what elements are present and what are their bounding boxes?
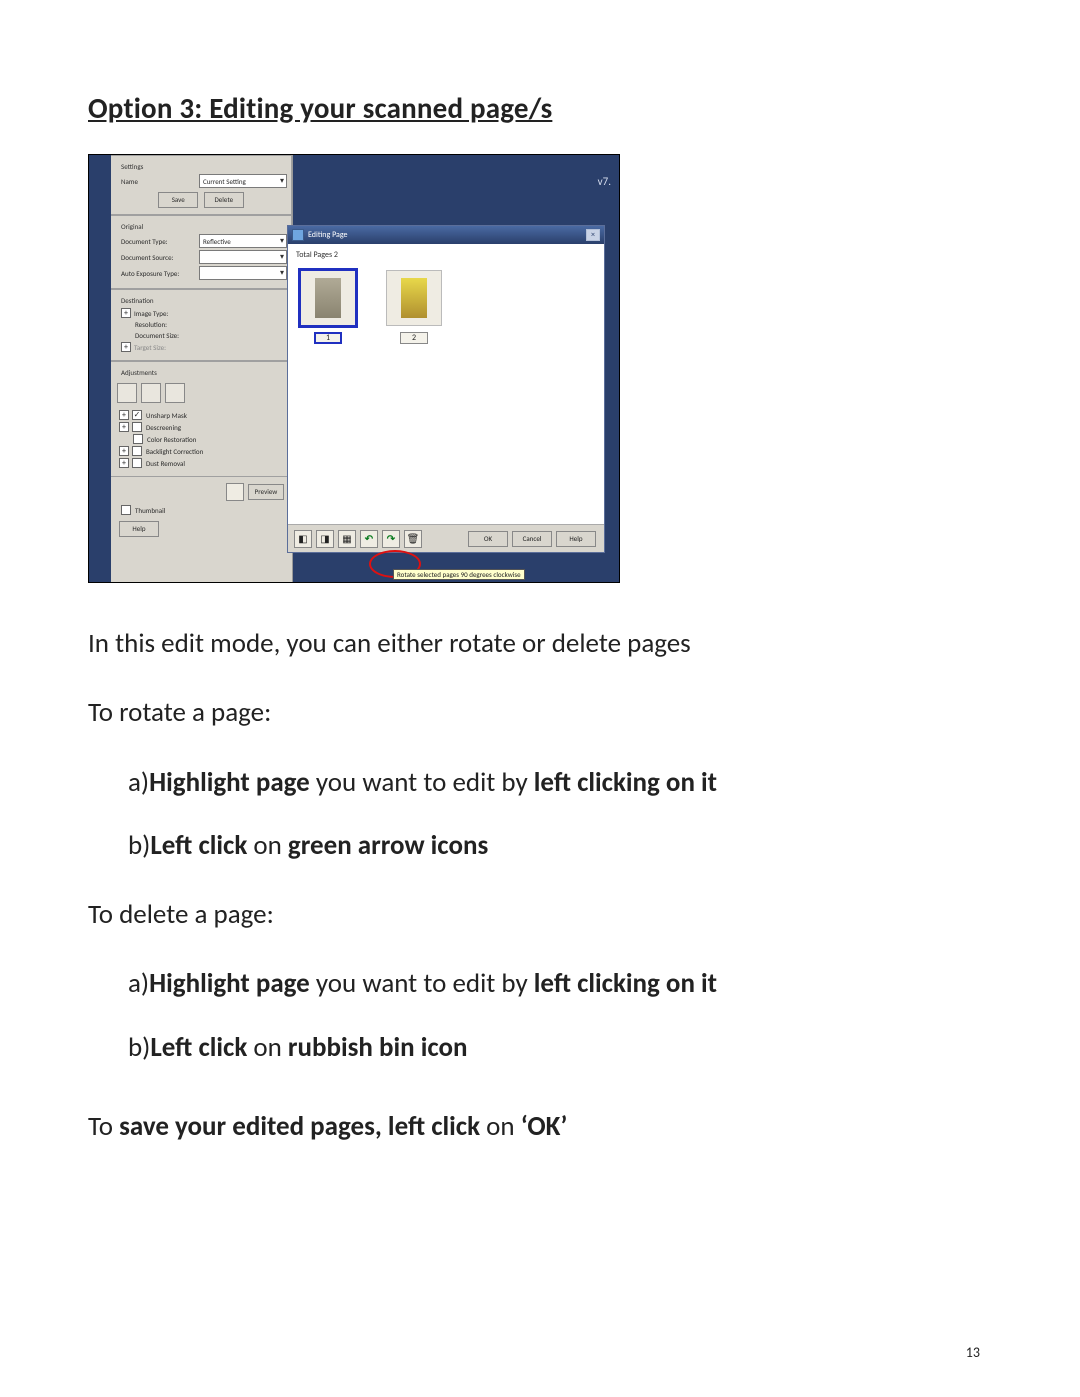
expander-icon[interactable]: + <box>121 308 131 318</box>
adjust-icon[interactable] <box>165 383 185 403</box>
embedded-screenshot: v7. Settings Name Current Setting Save D… <box>88 154 620 583</box>
rotate-step-a: a)Highlight page you want to edit by lef… <box>128 764 992 801</box>
cancel-button[interactable]: Cancel <box>512 531 552 547</box>
checkbox[interactable] <box>121 505 131 515</box>
editing-page-dialog: Editing Page × Total Pages 2 1 2 ◧ <box>287 225 605 553</box>
rotate-step-b: b)Left click on green arrow icons <box>128 827 992 864</box>
checkbox[interactable] <box>132 422 142 432</box>
checkbox[interactable] <box>133 434 143 444</box>
doc-type-select[interactable]: Reflective <box>199 234 287 248</box>
delete-intro: To delete a page: <box>88 896 992 933</box>
close-icon[interactable]: × <box>586 229 600 241</box>
tool-icon[interactable]: ◨ <box>316 530 334 548</box>
section-heading: Option 3: Editing your scanned page/s <box>88 90 992 126</box>
rotate-intro: To rotate a page: <box>88 694 992 731</box>
adjust-icon[interactable] <box>117 383 137 403</box>
rotate-tooltip: Rotate selected pages 90 degrees clockwi… <box>393 569 525 580</box>
doc-source-select[interactable] <box>199 250 287 264</box>
checkbox[interactable]: ✓ <box>132 410 142 420</box>
expander-icon[interactable]: + <box>121 342 131 352</box>
settings-label: Settings <box>121 162 287 171</box>
preview-icon <box>226 483 244 501</box>
expander-icon[interactable]: + <box>119 446 129 456</box>
adjustments-label: Adjustments <box>121 368 287 377</box>
version-label: v7. <box>598 175 611 188</box>
page-number: 13 <box>966 1344 980 1361</box>
thumb-number: 2 <box>400 332 428 344</box>
auto-exposure-select[interactable] <box>199 266 287 280</box>
name-select[interactable]: Current Setting <box>199 174 287 188</box>
destination-label: Destination <box>121 296 287 305</box>
adjust-icon[interactable] <box>141 383 161 403</box>
expander-icon[interactable]: + <box>119 422 129 432</box>
help-button[interactable]: Help <box>119 521 159 537</box>
doc-size-label: Document Size: <box>135 331 213 340</box>
dust-label: Dust Removal <box>146 459 185 468</box>
unsharp-label: Unsharp Mask <box>146 411 187 420</box>
name-label: Name <box>121 177 199 186</box>
trash-icon[interactable]: 🗑 <box>404 530 422 548</box>
delete-button[interactable]: Delete <box>204 192 244 208</box>
resolution-label: Resolution: <box>135 320 213 329</box>
intro-paragraph: In this edit mode, you can either rotate… <box>88 625 992 662</box>
dialog-title: Editing Page <box>308 230 348 240</box>
dialog-titlebar: Editing Page × <box>288 226 604 244</box>
doc-type-label: Document Type: <box>121 237 199 246</box>
image-type-label: Image Type: <box>134 309 212 318</box>
page-thumbnail-1[interactable]: 1 <box>300 270 356 344</box>
color-restoration-label: Color Restoration <box>147 435 196 444</box>
ok-button[interactable]: OK <box>468 531 508 547</box>
expander-icon[interactable]: + <box>119 410 129 420</box>
adjustment-icons <box>115 380 287 408</box>
tool-icon[interactable]: ◧ <box>294 530 312 548</box>
auto-exposure-label: Auto Exposure Type: <box>121 269 199 278</box>
delete-step-b: b)Left click on rubbish bin icon <box>128 1029 992 1066</box>
tool-icon[interactable]: ▦ <box>338 530 356 548</box>
rotate-right-icon[interactable]: ↷ <box>382 530 400 548</box>
checkbox[interactable] <box>132 446 142 456</box>
rotate-left-icon[interactable]: ↶ <box>360 530 378 548</box>
thumbnail-label: Thumbnail <box>135 506 165 515</box>
original-label: Original <box>121 222 287 231</box>
total-pages-label: Total Pages 2 <box>296 250 598 260</box>
thumb-number: 1 <box>314 332 342 344</box>
checkbox[interactable] <box>132 458 142 468</box>
expander-icon[interactable]: + <box>119 458 129 468</box>
descreening-label: Descreening <box>146 423 181 432</box>
save-instruction: To save your edited pages, left click on… <box>88 1108 992 1145</box>
page-thumbnail-2[interactable]: 2 <box>386 270 442 344</box>
doc-source-label: Document Source: <box>121 253 199 262</box>
preview-button[interactable]: Preview <box>248 484 284 500</box>
dialog-help-button[interactable]: Help <box>556 531 596 547</box>
backlight-label: Backlight Correction <box>146 447 203 456</box>
scanner-settings-panel: Settings Name Current Setting Save Delet… <box>111 155 293 582</box>
dialog-icon <box>292 229 304 241</box>
target-size-label: Target Size: <box>134 343 212 352</box>
delete-step-a: a)Highlight page you want to edit by lef… <box>128 965 992 1002</box>
instruction-text: In this edit mode, you can either rotate… <box>88 625 992 1145</box>
save-button[interactable]: Save <box>158 192 198 208</box>
